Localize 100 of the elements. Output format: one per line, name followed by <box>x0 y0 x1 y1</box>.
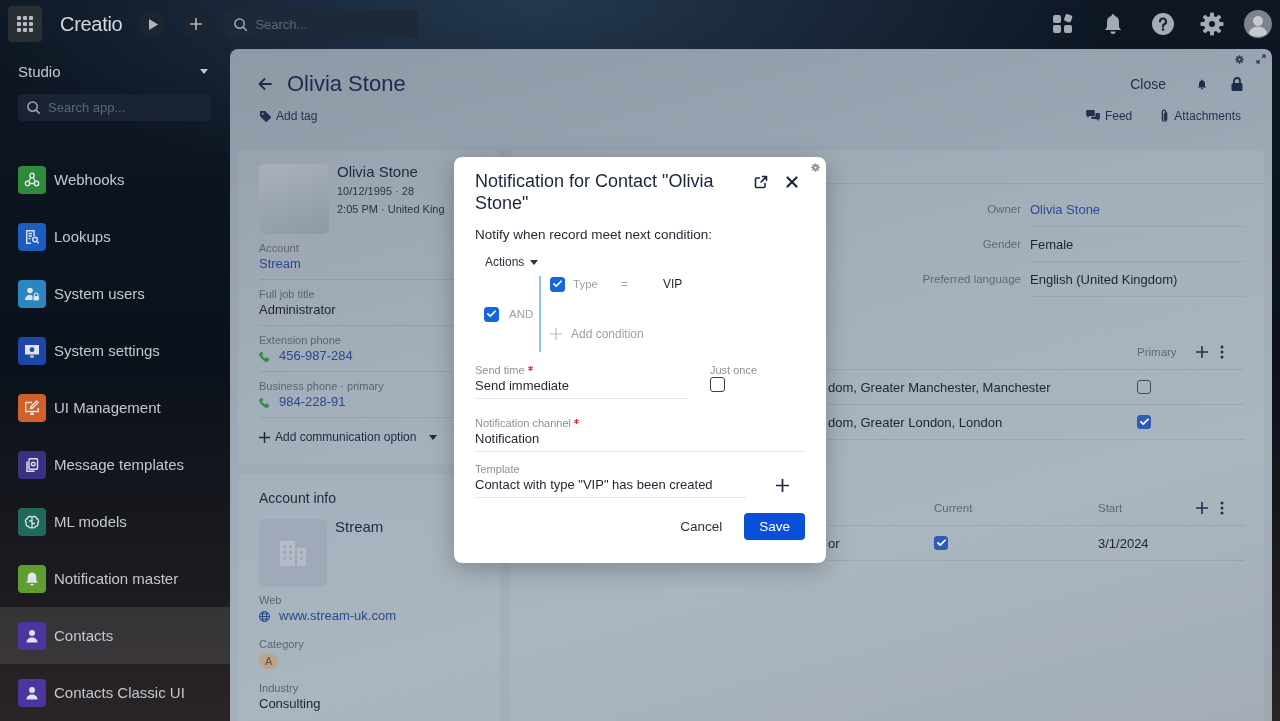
bell-icon[interactable] <box>1197 78 1207 90</box>
column-header: Start <box>1098 491 1195 526</box>
column-header: Primary <box>1137 335 1195 370</box>
sidebar-item[interactable]: Contacts <box>0 607 230 664</box>
table-cell: or <box>828 526 934 561</box>
add-button[interactable] <box>182 10 211 38</box>
tag-icon <box>260 110 271 122</box>
workspace-dropdown[interactable]: Studio <box>18 60 208 83</box>
lock-icon[interactable] <box>1231 77 1243 91</box>
checkmark-icon <box>1139 418 1149 426</box>
checkbox[interactable] <box>934 536 948 550</box>
attachments-button[interactable]: Attachments <box>1160 109 1241 123</box>
sidebar-item[interactable]: Lookups <box>0 208 230 265</box>
checkbox[interactable] <box>1137 380 1151 394</box>
checkbox[interactable] <box>710 377 725 392</box>
search-icon <box>27 101 40 114</box>
dialog-description: Notify when record meet next condition: <box>475 226 714 244</box>
field-label: Preferred language <box>921 272 1021 287</box>
app-logo: Creatio <box>60 12 123 36</box>
expand-icon[interactable] <box>1256 54 1266 64</box>
gear-icon[interactable] <box>811 163 820 172</box>
phone-link[interactable]: 456-987-284 <box>279 347 353 365</box>
plus-icon <box>190 18 203 30</box>
account-name: Stream <box>335 518 384 536</box>
help-icon[interactable] <box>1152 13 1174 35</box>
plus-icon[interactable] <box>1196 502 1208 514</box>
settings-icon[interactable] <box>1200 12 1224 36</box>
paperclip-icon <box>1160 109 1170 123</box>
app-menu-button[interactable] <box>8 6 42 42</box>
bell-icon[interactable] <box>1103 13 1123 35</box>
birth-date: 10/12/1995 · 28 <box>337 184 416 199</box>
more-icon[interactable] <box>1220 345 1224 359</box>
caret-icon <box>530 259 539 265</box>
sidebar-item[interactable]: ML models <box>0 493 230 550</box>
local-time: 2:05 PM · United King <box>337 202 445 217</box>
close-icon[interactable] <box>786 176 798 188</box>
condition-value[interactable]: VIP <box>663 277 683 291</box>
checkbox[interactable] <box>550 276 565 292</box>
checkbox[interactable] <box>1137 415 1151 429</box>
more-icon[interactable] <box>1220 501 1224 515</box>
sidebar-item[interactable]: UI Management <box>0 379 230 436</box>
add-tag-button[interactable]: Add tag <box>260 109 318 123</box>
sidebar-item[interactable]: Contacts Classic UI <box>0 664 230 721</box>
field-link[interactable]: Stream <box>259 255 301 273</box>
table-cell: 3/1/2024 <box>1098 526 1195 561</box>
sidebar-item[interactable]: Notification master <box>0 550 230 607</box>
grid-icon <box>17 16 33 32</box>
sidebar-item[interactable]: System settings <box>0 322 230 379</box>
field-label: Owner <box>986 202 1021 217</box>
field-value: Administrator <box>259 301 336 319</box>
sidebar-item[interactable]: Webhooks <box>0 151 230 208</box>
field-label: Just once <box>710 363 758 377</box>
add-communication-button[interactable]: Add communication option <box>259 427 438 447</box>
search-field[interactable]: Search... <box>225 10 419 38</box>
plus-icon[interactable] <box>776 479 789 492</box>
run-button[interactable] <box>138 10 167 38</box>
gear-icon[interactable] <box>1235 54 1244 64</box>
save-button[interactable]: Save <box>744 513 805 540</box>
field-label: Full job title <box>259 287 315 301</box>
category-tag: A <box>259 653 279 669</box>
page-title: Olivia Stone <box>287 72 406 96</box>
checkbox[interactable] <box>484 306 499 322</box>
globe-icon <box>259 610 270 622</box>
contact-name: Olivia Stone <box>337 163 419 181</box>
feed-button[interactable]: Feed <box>1085 109 1133 123</box>
column-header: Current <box>934 491 1098 526</box>
apps-icon[interactable] <box>1053 14 1073 34</box>
dropdown-field[interactable]: Contact with type "VIP" has been created <box>475 476 746 498</box>
actions-dropdown[interactable]: Actions <box>485 254 539 270</box>
phone-link[interactable]: 984-228-91 <box>279 393 346 411</box>
field-label: Gender <box>981 237 1021 252</box>
app-search-field[interactable]: Search app... <box>18 94 211 121</box>
avatar-icon[interactable] <box>1244 10 1272 38</box>
plus-icon <box>550 328 562 340</box>
checkmark-icon <box>487 310 496 318</box>
checkmark-icon <box>936 539 946 547</box>
field-value: Female <box>1030 227 1245 262</box>
cancel-button[interactable]: Cancel <box>680 513 723 540</box>
dropdown-field[interactable]: Send immediate <box>475 377 687 399</box>
play-icon <box>148 18 158 30</box>
phone-icon <box>259 350 270 362</box>
phone-icon <box>259 396 270 408</box>
sidebar-item[interactable]: Message templates <box>0 436 230 493</box>
dropdown-field[interactable]: Notification <box>475 430 805 452</box>
field-label: Template <box>475 462 520 476</box>
table-cell: dom, Greater Manchester, Manchester <box>828 370 1137 405</box>
external-link-icon[interactable] <box>754 175 768 189</box>
field-label: Business phone · primary <box>259 379 384 393</box>
table-cell: dom, Greater London, London <box>828 405 1137 440</box>
close-button[interactable]: Close <box>1130 76 1166 92</box>
plus-icon[interactable] <box>1196 346 1208 358</box>
field-label: Industry <box>259 681 299 695</box>
caret-icon <box>429 434 438 440</box>
field-value: English (United Kingdom) <box>1030 262 1245 297</box>
field-link[interactable]: Olivia Stone <box>1030 192 1245 227</box>
sidebar-item[interactable]: System users <box>0 265 230 322</box>
field-label: Send time <box>475 363 525 377</box>
card-title: Account info <box>259 489 338 507</box>
website-link[interactable]: www.stream-uk.com <box>279 607 397 625</box>
back-arrow-icon[interactable] <box>258 78 272 90</box>
